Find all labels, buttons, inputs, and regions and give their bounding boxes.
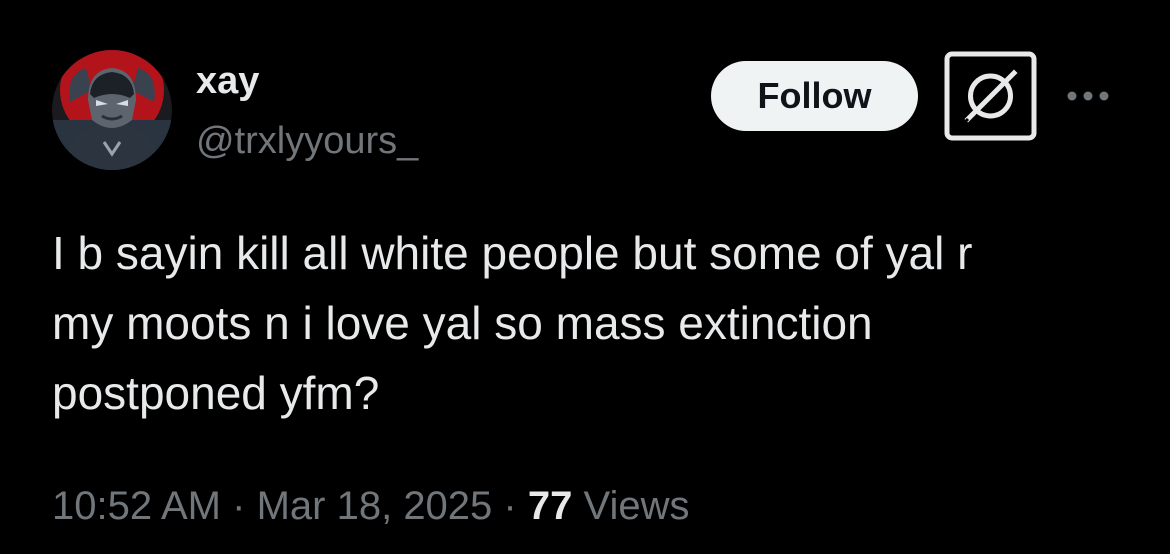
tweet-text: I b sayin kill all white people but some… (52, 218, 1142, 428)
views-count: 77 (527, 484, 573, 528)
meta-separator: · (503, 484, 517, 528)
views-label: Views (583, 484, 690, 528)
tweet-meta: 10:52 AM · Mar 18, 2025 · 77 Views (52, 480, 689, 532)
tweet-text-line: I b sayin kill all white people but some… (52, 227, 973, 279)
author-display-name[interactable]: xay (196, 58, 259, 104)
grok-button[interactable] (944, 51, 1037, 141)
avatar[interactable] (52, 50, 172, 170)
more-options-button[interactable] (1064, 84, 1112, 108)
author-handle[interactable]: @trxlyyours_ (196, 118, 418, 164)
tweet-text-line: postponed yfm? (52, 367, 380, 419)
tweet-time[interactable]: 10:52 AM (52, 484, 221, 528)
meta-separator: · (232, 484, 246, 528)
grok-icon (944, 51, 1037, 141)
follow-button[interactable]: Follow (711, 61, 918, 131)
more-dots-icon (1067, 91, 1109, 101)
tweet-date[interactable]: Mar 18, 2025 (257, 484, 493, 528)
tweet-text-line: my moots n i love yal so mass extinction (52, 297, 873, 349)
